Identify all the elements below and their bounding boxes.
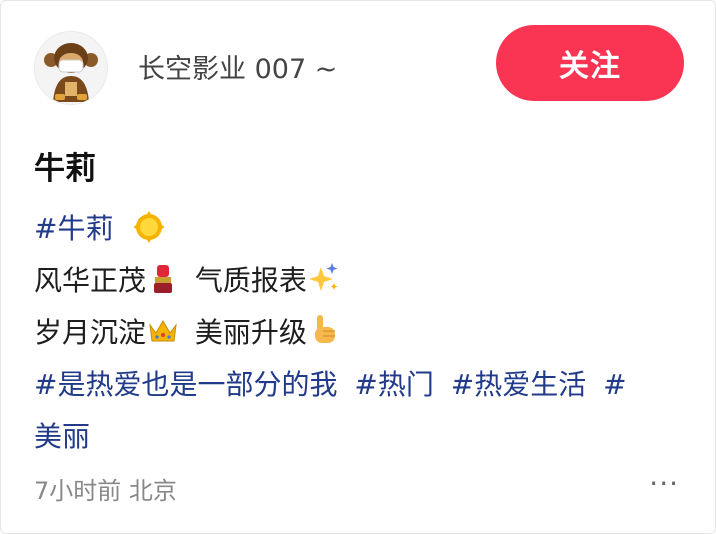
hashtag-link[interactable]: #热门 <box>354 368 433 401</box>
content-line-2: 风华正茂 气质报表 <box>34 255 684 307</box>
hashtag-link[interactable]: #牛莉 <box>34 212 113 245</box>
monkey-mascot-icon <box>35 32 107 104</box>
content-line-3: 岁月沉淀 美丽升级 <box>34 307 684 359</box>
sparkles-emoji-icon <box>308 263 338 291</box>
text-segment: 风华正茂 <box>34 264 147 297</box>
hashtag-link[interactable]: # <box>603 368 626 401</box>
sun-emoji-icon <box>134 211 165 243</box>
post-card: 长空影业 007 ~ 关注 牛莉 #牛莉 风华正茂 气质报表 岁月沉淀 美丽升级… <box>0 0 716 534</box>
text-segment: 气质报表 <box>194 264 307 297</box>
hashtag-link[interactable]: #是热爱也是一部分的我 <box>34 368 337 401</box>
crown-emoji-icon <box>149 320 177 342</box>
pointing-hand-emoji-icon <box>314 315 335 343</box>
hashtags-line-2: 美丽 <box>34 411 684 463</box>
post-title: 牛莉 <box>34 151 96 187</box>
hashtag-link[interactable]: #热爱生活 <box>451 368 586 401</box>
hashtag-link[interactable]: 美丽 <box>34 420 90 453</box>
avatar[interactable] <box>34 31 108 105</box>
text-segment: 岁月沉淀 <box>34 316 147 349</box>
hashtags-line: #是热爱也是一部分的我 #热门 #热爱生活 # <box>34 359 684 411</box>
text-segment: 美丽升级 <box>194 316 307 349</box>
more-options-icon[interactable]: ··· <box>649 467 679 500</box>
post-meta: 7小时前 北京 <box>34 477 177 505</box>
follow-button[interactable]: 关注 <box>496 25 684 101</box>
content-line-1: #牛莉 <box>34 203 684 255</box>
post-header: 长空影业 007 ~ 关注 <box>34 25 685 105</box>
post-content: #牛莉 风华正茂 气质报表 岁月沉淀 美丽升级 #是热爱也是一部分的我 #热门 … <box>34 203 684 463</box>
username[interactable]: 长空影业 007 ~ <box>138 47 337 86</box>
lipstick-emoji-icon <box>154 265 173 293</box>
